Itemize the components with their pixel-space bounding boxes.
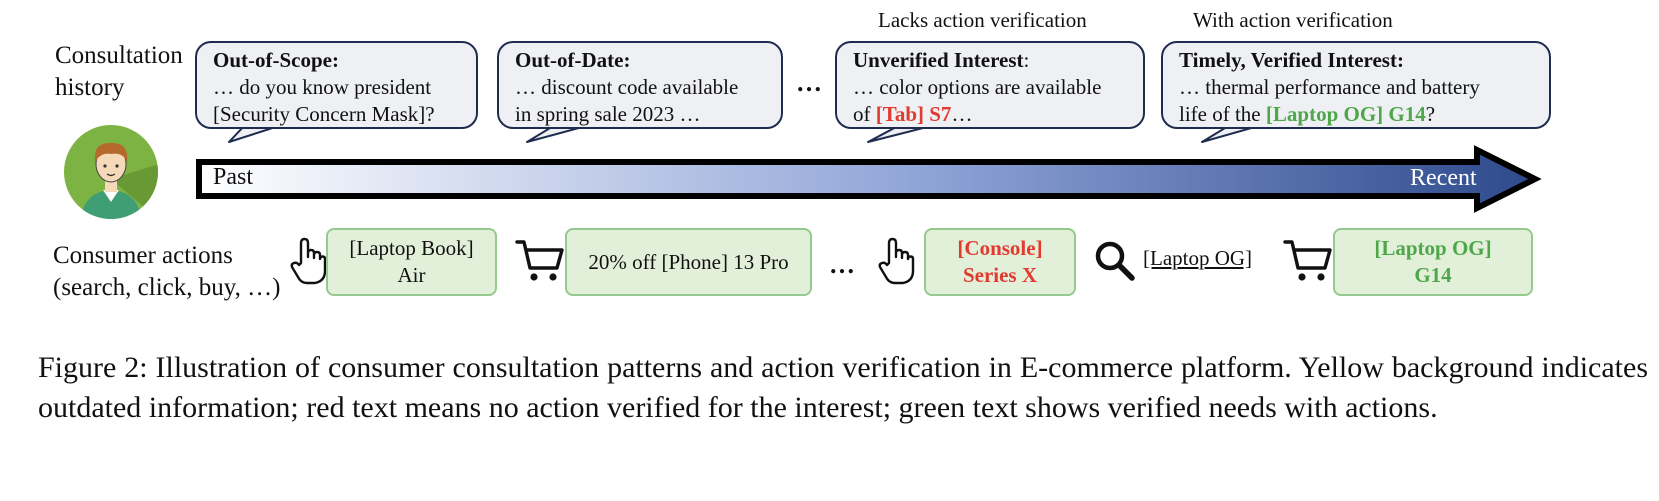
action-box-phone-discount: 20% off [Phone] 13 Pro	[565, 228, 812, 296]
click-hand-icon	[878, 237, 915, 285]
click-hand-icon	[290, 237, 327, 285]
actions-ellipsis: …	[829, 250, 855, 279]
bubble-out-of-scope: Out-of-Scope: … do you know president [S…	[195, 41, 478, 129]
user-avatar-icon	[64, 125, 158, 219]
shopping-cart-icon	[515, 240, 564, 281]
action-box-console-series-x: [Console] Series X	[924, 228, 1076, 296]
timeline-arrow	[196, 145, 1542, 213]
figure-caption: Figure 2: Illustration of consumer consu…	[38, 351, 1648, 424]
search-icon	[1095, 241, 1135, 281]
bubble-verified-interest: Timely, Verified Interest: … thermal per…	[1161, 41, 1551, 129]
search-query-laptop-og: [Laptop OG]	[1143, 246, 1253, 270]
action-box-laptop-og-g14: [Laptop OG] G14	[1333, 228, 1533, 296]
bubble-out-of-date: Out-of-Date: … discount code available i…	[497, 41, 783, 129]
consumer-actions-label: Consumer actions (search, click, buy, …)	[53, 242, 281, 301]
consultation-ellipsis: …	[796, 68, 822, 97]
timeline-recent-label: Recent	[1410, 165, 1477, 191]
bubble-unverified-interest: Unverified Interest: … color options are…	[835, 41, 1145, 129]
action-box-laptop-book-air: [Laptop Book] Air	[326, 228, 497, 296]
shopping-cart-icon	[1283, 240, 1332, 281]
timeline-past-label: Past	[213, 164, 254, 190]
